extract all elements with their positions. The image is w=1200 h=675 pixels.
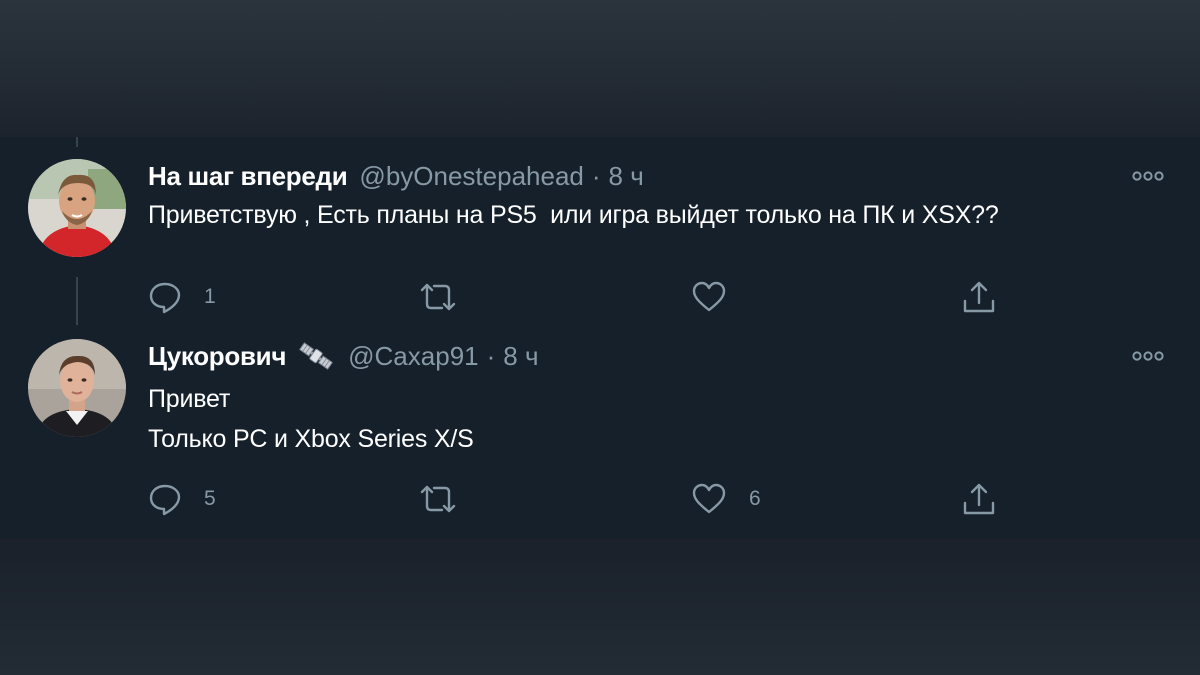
reply-count: 1	[204, 285, 216, 308]
share-icon	[961, 481, 997, 517]
more-options-icon[interactable]	[1130, 161, 1166, 191]
tweet-header: Цукорович @Caxap91 · 8 ч	[148, 339, 539, 373]
timestamp[interactable]: 8 ч	[503, 339, 538, 373]
reply-count: 5	[204, 487, 216, 510]
reply-icon	[148, 280, 182, 314]
tweet-2[interactable]: Цукорович @Caxap91 · 8 ч Привет Только P…	[0, 339, 1200, 529]
tweet-actions: 1	[148, 277, 1048, 317]
author-handle[interactable]: @byOnestepahead	[359, 159, 583, 193]
share-button[interactable]	[961, 479, 997, 519]
reply-icon	[148, 482, 182, 516]
retweet-icon	[418, 482, 458, 516]
tweet-header: На шаг впереди @byOnestepahead · 8 ч	[148, 159, 644, 193]
blurred-background-top	[0, 0, 1200, 137]
reply-button[interactable]: 5	[148, 479, 216, 519]
avatar[interactable]	[28, 339, 126, 437]
share-icon	[961, 279, 997, 315]
avatar[interactable]	[28, 159, 126, 257]
tweet-text-line: Привет	[148, 385, 231, 413]
reply-button[interactable]: 1	[148, 277, 216, 317]
retweet-button[interactable]	[418, 277, 480, 317]
separator-dot: ·	[591, 161, 601, 191]
more-options-icon[interactable]	[1130, 341, 1166, 371]
tweet-thread: На шаг впереди @byOnestepahead · 8 ч При…	[0, 137, 1200, 538]
retweet-icon	[418, 280, 458, 314]
satellite-emoji-icon	[296, 341, 336, 371]
tweet-text-line: Только PC и Xbox Series X/S	[148, 425, 474, 453]
screenshot-frame: На шаг впереди @byOnestepahead · 8 ч При…	[0, 0, 1200, 675]
timestamp[interactable]: 8 ч	[609, 159, 644, 193]
heart-icon	[691, 482, 727, 516]
retweet-button[interactable]	[418, 479, 480, 519]
like-button[interactable]	[691, 277, 749, 317]
like-count: 6	[749, 487, 761, 510]
like-button[interactable]: 6	[691, 479, 761, 519]
author-name[interactable]: Цукорович	[148, 339, 286, 373]
separator-dot: ·	[486, 341, 496, 371]
author-handle[interactable]: @Caxap91	[348, 339, 478, 373]
thread-connector-line	[76, 137, 78, 147]
tweet-1[interactable]: На шаг впереди @byOnestepahead · 8 ч При…	[0, 159, 1200, 329]
blurred-background-bottom	[0, 538, 1200, 675]
heart-icon	[691, 280, 727, 314]
tweet-actions: 5 6	[148, 479, 1048, 519]
tweet-text: Приветствую , Есть планы на PS5 или игра…	[148, 195, 999, 235]
tweet-text: Привет Только PC и Xbox Series X/S	[148, 379, 474, 459]
tweet-text-line: Приветствую , Есть планы на PS5 или игра…	[148, 201, 999, 229]
author-name[interactable]: На шаг впереди	[148, 159, 348, 193]
share-button[interactable]	[961, 277, 997, 317]
